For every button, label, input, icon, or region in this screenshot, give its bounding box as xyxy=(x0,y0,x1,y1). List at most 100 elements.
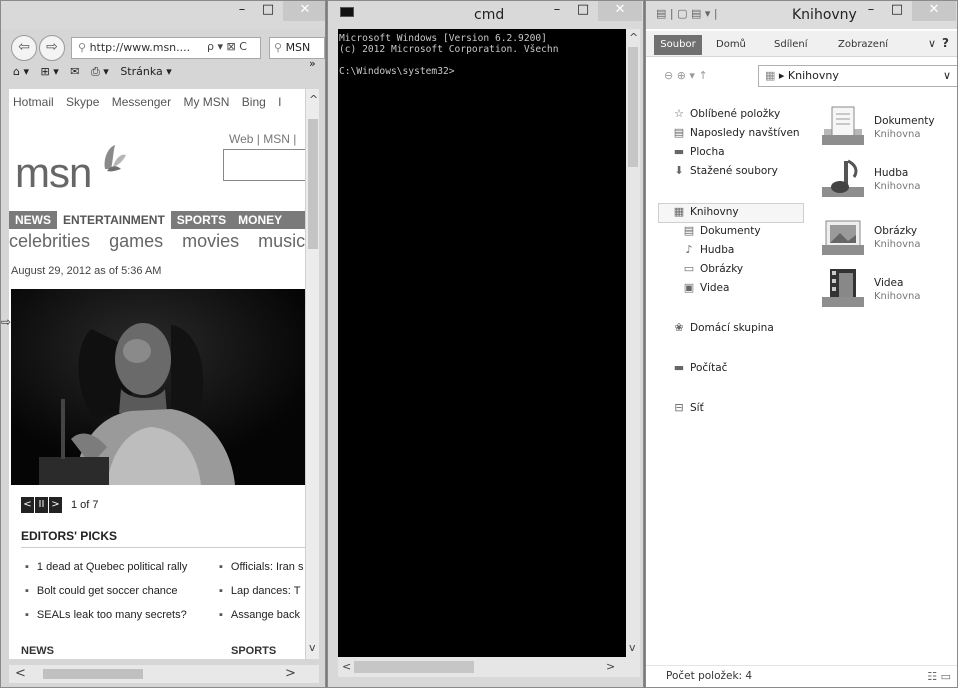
back-button[interactable]: ⇦ xyxy=(11,35,37,61)
ie-titlebar[interactable]: – □ ✕ xyxy=(1,1,325,29)
news-link[interactable]: 1 dead at Quebec political rally xyxy=(25,561,187,573)
tree-item-homegroup[interactable]: ❀ Domácí skupina xyxy=(672,321,773,334)
category-sports[interactable]: SPORTS xyxy=(171,211,232,229)
category-entertainment[interactable]: ENTERTAINMENT xyxy=(57,211,171,229)
link-hotmail[interactable]: Hotmail xyxy=(13,95,54,109)
cmd-app-icon xyxy=(340,7,354,17)
tab-sdileni[interactable]: Sdílení xyxy=(774,39,808,50)
home-icon[interactable]: ⌂ ▾ xyxy=(13,65,29,78)
console-output[interactable]: Microsoft Windows [Version 6.2.9200] (c)… xyxy=(338,29,636,657)
cmd-vertical-scrollbar[interactable]: ^ v xyxy=(626,29,640,657)
tree-item-videos[interactable]: ▣ Videa xyxy=(682,281,730,294)
scroll-up-icon[interactable]: ^ xyxy=(629,31,638,44)
prev-slide-button[interactable]: < xyxy=(21,496,34,513)
next-slide-button[interactable]: > xyxy=(49,496,62,513)
tab-soubor[interactable]: Soubor xyxy=(654,35,702,55)
ie-minimize-button[interactable]: – xyxy=(229,1,255,21)
cmd-hscroll-thumb[interactable] xyxy=(354,661,474,673)
featured-photo[interactable] xyxy=(11,289,305,485)
snap-handle-icon[interactable]: ⇨ xyxy=(1,315,11,329)
category-money[interactable]: MONEY xyxy=(232,211,288,229)
explorer-address-bar[interactable]: ▦ ▸ Knihovny ∨ xyxy=(758,65,957,87)
explorer-minimize-button[interactable]: – xyxy=(858,1,884,21)
search-scope[interactable]: Web | MSN | xyxy=(229,132,296,146)
tree-item-network[interactable]: ⊟ Síť xyxy=(672,401,703,414)
mail-icon[interactable]: ✉ xyxy=(70,65,79,78)
msn-logo[interactable]: msn xyxy=(15,145,126,197)
tab-domu[interactable]: Domů xyxy=(716,39,746,50)
page-menu-button[interactable]: Stránka ▾ xyxy=(120,65,171,78)
tab-msn[interactable]: ⚲ MSN xyxy=(269,37,325,59)
category-news[interactable]: NEWS xyxy=(9,211,57,229)
news-link[interactable]: Bolt could get soccer chance xyxy=(25,585,178,597)
library-item-music[interactable]: Hudba Knihovna xyxy=(816,153,956,205)
tab-zobrazeni[interactable]: Zobrazení xyxy=(838,39,888,50)
scroll-down-icon[interactable]: v xyxy=(309,641,316,654)
library-item-documents[interactable]: Dokumenty Knihovna xyxy=(816,101,956,153)
cmd-titlebar[interactable]: cmd – □ ✕ xyxy=(328,1,643,29)
scroll-left-icon[interactable]: < xyxy=(15,666,26,681)
cmd-vscroll-thumb[interactable] xyxy=(628,47,638,167)
quick-access-toolbar-icon[interactable]: ▤ | ▢ ▤ ▾ | xyxy=(656,7,718,20)
ie-close-button[interactable]: ✕ xyxy=(283,1,325,21)
cmd-horizontal-scrollbar[interactable]: < > xyxy=(338,657,640,677)
library-item-pictures[interactable]: Obrázky Knihovna xyxy=(816,211,956,263)
tree-item-desktop[interactable]: ▬ Plocha xyxy=(672,145,725,158)
cmd-maximize-button[interactable]: □ xyxy=(570,1,596,21)
explorer-maximize-button[interactable]: □ xyxy=(884,1,910,21)
pause-slide-button[interactable]: II xyxy=(35,496,48,513)
view-mode-icons[interactable]: ☷ ▭ xyxy=(927,670,951,683)
scroll-left-icon[interactable]: < xyxy=(342,660,351,673)
link-messenger[interactable]: Messenger xyxy=(112,95,171,109)
tree-item-downloads[interactable]: ⬇ Stažené soubory xyxy=(672,164,777,177)
library-item-videos[interactable]: Videa Knihovna xyxy=(816,263,956,315)
tree-item-computer[interactable]: ▬ Počítač xyxy=(672,361,728,374)
footer-news[interactable]: NEWS xyxy=(21,645,54,657)
scroll-down-icon[interactable]: v xyxy=(629,641,636,654)
cmd-minimize-button[interactable]: – xyxy=(544,1,570,21)
scroll-up-icon[interactable]: ^ xyxy=(309,93,318,106)
ribbon-expand-icon[interactable]: ∨ xyxy=(928,37,936,50)
ie-vscroll-thumb[interactable] xyxy=(308,119,318,249)
scroll-right-icon[interactable]: > xyxy=(606,660,615,673)
help-icon[interactable]: ? xyxy=(942,36,949,50)
tree-item-music[interactable]: ♪ Hudba xyxy=(682,243,734,256)
navigation-pane: ☆ Oblíbené položky ▤ Naposledy navštíven ▬… xyxy=(646,93,806,653)
ie-vertical-scrollbar[interactable]: ^ v xyxy=(305,89,319,659)
news-link[interactable]: Lap dances: T xyxy=(219,585,301,597)
tree-item-favorites[interactable]: ☆ Oblíbené položky xyxy=(672,107,780,120)
address-dropdown-icon[interactable]: ∨ xyxy=(943,66,951,86)
documents-library-icon xyxy=(822,106,864,145)
ie-hscroll-thumb[interactable] xyxy=(43,669,143,679)
tree-item-pictures[interactable]: ▭ Obrázky xyxy=(682,262,743,275)
explorer-titlebar[interactable]: ▤ | ▢ ▤ ▾ | Knihovny – □ ✕ xyxy=(646,1,957,29)
subcat-games[interactable]: games xyxy=(109,231,163,251)
subcat-celebrities[interactable]: celebrities xyxy=(9,231,90,251)
subcat-music[interactable]: music xyxy=(258,231,305,251)
forward-button[interactable]: ⇨ xyxy=(39,35,65,61)
scroll-right-icon[interactable]: > xyxy=(285,666,296,681)
footer-sports[interactable]: SPORTS xyxy=(231,645,276,657)
address-tools[interactable]: ρ ▾ ⊠ C xyxy=(207,40,247,53)
tree-item-documents[interactable]: ▤ Dokumenty xyxy=(682,224,761,237)
search-input[interactable] xyxy=(223,149,307,181)
news-link[interactable]: Assange back xyxy=(219,609,300,621)
link-skype[interactable]: Skype xyxy=(66,95,99,109)
ie-maximize-button[interactable]: □ xyxy=(255,1,281,21)
feeds-icon[interactable]: ⊞ ▾ xyxy=(41,65,59,78)
ie-horizontal-scrollbar[interactable]: < > xyxy=(9,665,319,683)
tree-item-libraries[interactable]: ▦ Knihovny xyxy=(672,205,739,218)
link-my-msn[interactable]: My MSN xyxy=(183,95,229,109)
overflow-chevron-icon[interactable]: » xyxy=(309,57,316,70)
nav-buttons-icon[interactable]: ⊖ ⊕ ▾ ↑ xyxy=(664,69,708,82)
cmd-close-button[interactable]: ✕ xyxy=(598,1,642,21)
subcat-movies[interactable]: movies xyxy=(182,231,239,251)
news-link[interactable]: SEALs leak too many secrets? xyxy=(25,609,187,621)
link-bing[interactable]: Bing xyxy=(242,95,266,109)
link-more[interactable]: I xyxy=(278,95,281,109)
print-icon[interactable]: ⎙ ▾ xyxy=(91,65,109,78)
news-link[interactable]: Officials: Iran s xyxy=(219,561,304,573)
pictures-library-icon xyxy=(822,220,864,255)
explorer-close-button[interactable]: ✕ xyxy=(912,1,956,21)
tree-item-recent[interactable]: ▤ Naposledy navštíven xyxy=(672,126,800,139)
